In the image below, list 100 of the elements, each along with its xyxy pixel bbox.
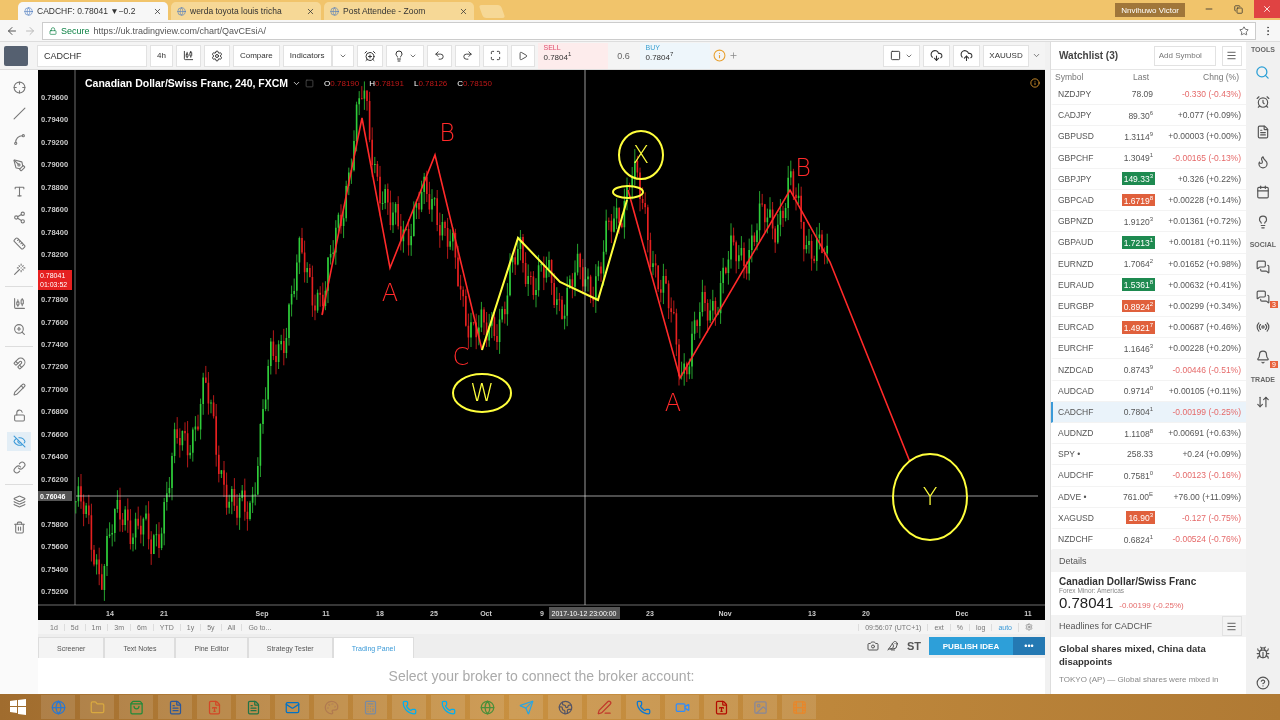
taskbar-button[interactable]: [704, 695, 738, 719]
bug-icon[interactable]: [1255, 646, 1270, 660]
add-symbol-field[interactable]: Add Symbol: [1153, 45, 1216, 66]
change-text: +0.24 (+0.09%): [1181, 449, 1242, 460]
candlestick-icon[interactable]: [12, 297, 26, 310]
last-price: 1.7213$^{1}$: [1121, 236, 1155, 249]
globe-icon: [50, 699, 66, 715]
instrument-name: Canadian Dollar/Swiss Franc: [1059, 576, 1198, 588]
column-header[interactable]: Chng (%): [1153, 70, 1243, 84]
broadcast-icon[interactable]: [1255, 320, 1270, 334]
upload-button[interactable]: [953, 44, 980, 67]
play-button[interactable]: [510, 44, 535, 67]
pencil-icon[interactable]: [12, 383, 26, 396]
ohlc-value: 0.78190: [330, 78, 360, 88]
column-header[interactable]: Symbol: [1051, 70, 1105, 84]
last-price: 1.9120$^{3}$: [1122, 214, 1154, 228]
trash-icon[interactable]: [12, 521, 26, 534]
line-icon[interactable]: [12, 107, 26, 120]
info-icon[interactable]: [1030, 78, 1040, 88]
last-price: 1.3114$^{9}$: [1123, 130, 1154, 143]
phone-icon: [440, 699, 456, 715]
help-icon[interactable]: [1255, 676, 1270, 690]
price-chart[interactable]: [38, 70, 1045, 620]
last-price: 0.7804$^{1}$: [1122, 405, 1154, 419]
curve-icon[interactable]: [12, 133, 26, 146]
calendar-icon[interactable]: [1255, 185, 1270, 199]
search-icon[interactable]: [1255, 64, 1271, 80]
redo-button[interactable]: [454, 44, 480, 67]
star-icon[interactable]: [1239, 25, 1249, 36]
back-icon[interactable]: [6, 24, 18, 37]
indicators-button[interactable]: Indicators: [282, 44, 332, 67]
folder-icon: [89, 699, 105, 715]
text-icon[interactable]: [12, 185, 26, 198]
settings-button[interactable]: [203, 44, 230, 67]
arrows-icon[interactable]: [1255, 395, 1270, 409]
more-button[interactable]: •••: [1013, 637, 1045, 655]
ruler-icon[interactable]: [12, 237, 26, 250]
send-icon: [518, 699, 534, 715]
download-button[interactable]: [923, 44, 950, 67]
undo-button[interactable]: [426, 44, 452, 67]
close-button[interactable]: [1254, 0, 1280, 18]
magnet-icon[interactable]: [12, 357, 26, 370]
unlock-icon[interactable]: [12, 409, 26, 422]
column-header[interactable]: Last: [1105, 70, 1153, 84]
close-icon[interactable]: [459, 6, 468, 16]
settings-icon[interactable]: [1025, 622, 1033, 631]
fullscreen-icon: [489, 50, 501, 61]
link-icon[interactable]: [12, 461, 26, 474]
avatar[interactable]: [4, 45, 28, 66]
nodes-icon[interactable]: [12, 211, 26, 224]
last-price: 1.1108$^{8}$: [1123, 426, 1154, 440]
layers-icon[interactable]: [12, 495, 26, 508]
symbol-field[interactable]: CADCHF: [37, 44, 147, 67]
menu-button[interactable]: [1221, 45, 1242, 66]
taskbar-button[interactable]: [158, 695, 192, 719]
chat-icon[interactable]: [1255, 260, 1270, 274]
interval-button[interactable]: 4h: [150, 44, 173, 67]
taskbar-button[interactable]: [587, 695, 621, 719]
address-field[interactable]: Secure https://uk.tradingview.com/chart/QavCEsiA/: [42, 21, 1256, 40]
symbol-text: EURCAD: [1057, 322, 1095, 333]
profile-button[interactable]: Nnvihuwo Victor: [1115, 3, 1185, 17]
taskbar-button[interactable]: [236, 695, 270, 719]
change-text: -0.00446 (-0.51%): [1171, 364, 1242, 375]
globe-icon: [24, 6, 33, 16]
menu-button[interactable]: [1221, 616, 1242, 637]
camera-icon[interactable]: [866, 640, 879, 652]
wand-icon[interactable]: [12, 263, 26, 276]
taskbar-button[interactable]: [548, 695, 582, 719]
chart-title[interactable]: Canadian Dollar/Swiss Franc, 240, FXCM: [85, 77, 289, 89]
layout-button[interactable]: [883, 44, 920, 67]
last-price: 149.33$^{3}$: [1121, 172, 1155, 186]
browser-tab[interactable]: Post Attendee - Zoom: [324, 2, 474, 20]
info-icon[interactable]: [712, 49, 726, 62]
document-icon[interactable]: [1255, 125, 1270, 139]
browser-tab[interactable]: werda toyota louis tricha: [171, 2, 321, 20]
zoom-icon[interactable]: [12, 323, 26, 336]
share-link[interactable]: ST: [906, 640, 921, 652]
fullscreen-button[interactable]: [482, 44, 508, 67]
alert-button[interactable]: [356, 44, 383, 67]
flame-icon[interactable]: [1255, 155, 1270, 169]
layout-name-button[interactable]: XAUUSD: [983, 44, 1029, 67]
plus-icon[interactable]: [728, 51, 738, 60]
bell-icon[interactable]: [1255, 350, 1270, 364]
compare-button[interactable]: Compare: [232, 44, 280, 67]
headline-snippet: TOKYO (AP) — Global shares were mixed in: [1059, 674, 1220, 684]
crosshair-icon[interactable]: [12, 81, 26, 94]
chat-icon[interactable]: [1255, 290, 1270, 304]
alarm-icon[interactable]: [1255, 95, 1270, 109]
watchlist-row[interactable]: CADCHF 0.7804$^{1}$ -0.00199 (-0.25%): [1051, 401, 1246, 423]
symbol-text: GBPUSD: [1057, 131, 1095, 142]
close-icon[interactable]: [306, 6, 315, 16]
hide-drawings-button[interactable]: [7, 432, 31, 451]
headline-link[interactable]: Global shares mixed, China data disappoints: [1059, 643, 1238, 669]
close-icon[interactable]: [153, 6, 162, 16]
pen-icon[interactable]: [12, 159, 26, 172]
bird-icon[interactable]: [886, 640, 899, 652]
browser-tab[interactable]: CADCHF: 0.78041 ▼−0.2: [18, 2, 168, 20]
chart-style-button[interactable]: [175, 44, 201, 67]
last-price: 258.33: [1126, 448, 1154, 461]
windows-logo-icon[interactable]: [10, 699, 26, 715]
